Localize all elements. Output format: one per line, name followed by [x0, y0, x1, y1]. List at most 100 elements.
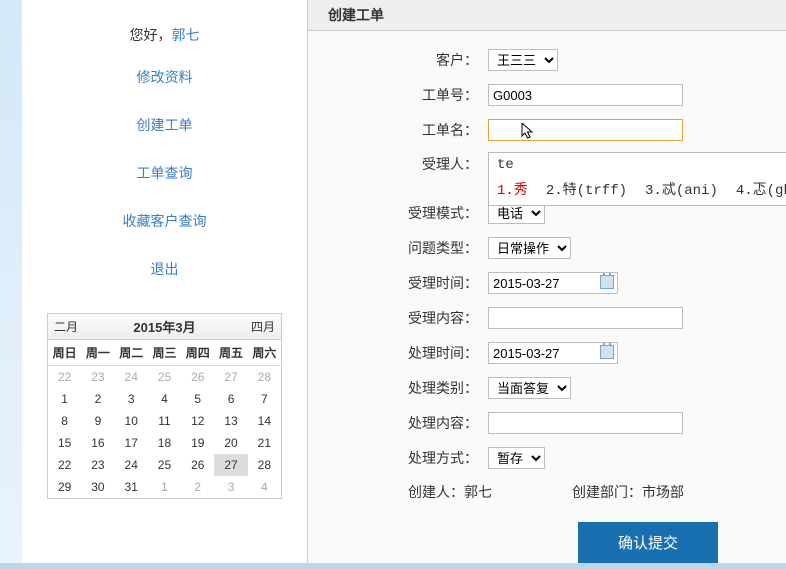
calendar-day-cell[interactable]: 19 — [181, 432, 214, 454]
calendar-dow-cell: 周日 — [48, 340, 81, 366]
label-issue-type: 问题类型： — [398, 238, 478, 258]
calendar-prev-month[interactable]: 二月 — [54, 318, 78, 335]
calendar-day-cell[interactable]: 17 — [115, 432, 148, 454]
calendar-day-cell[interactable]: 1 — [148, 476, 181, 498]
calendar-day-cell[interactable]: 26 — [181, 454, 214, 476]
calendar-dow-cell: 周四 — [181, 340, 214, 366]
bottom-decorative-strip — [0, 563, 786, 569]
calendar-day-cell[interactable]: 7 — [248, 388, 281, 410]
greeting-prefix: 您好， — [130, 27, 172, 43]
calendar-day-cell[interactable]: 18 — [148, 432, 181, 454]
calendar-day-cell[interactable]: 3 — [214, 476, 247, 498]
ime-candidate[interactable]: 1.秀 — [497, 183, 528, 199]
process-method-select[interactable]: 暂存 — [488, 447, 545, 469]
calendar-dow-cell: 周三 — [148, 340, 181, 366]
calendar-grid: 周日周一周二周三周四周五周六 2223242526272812345678910… — [48, 340, 281, 498]
label-process-cat: 处理类别： — [398, 378, 478, 398]
sidebar-menu: 修改资料 创建工单 工单查询 收藏客户查询 退出 — [32, 53, 297, 293]
calendar-day-cell[interactable]: 6 — [214, 388, 247, 410]
calendar-title: 2015年3月 — [133, 317, 195, 336]
left-decorative-strip — [0, 0, 22, 569]
calendar-day-cell[interactable]: 21 — [248, 432, 281, 454]
calendar-day-cell[interactable]: 27 — [214, 454, 247, 476]
calendar-day-cell[interactable]: 4 — [248, 476, 281, 498]
calendar-day-cell[interactable]: 4 — [148, 388, 181, 410]
calendar-day-cell[interactable]: 15 — [48, 432, 81, 454]
calendar-day-cell[interactable]: 8 — [48, 410, 81, 432]
calendar-dow-cell: 周二 — [115, 340, 148, 366]
calendar-day-cell[interactable]: 30 — [81, 476, 114, 498]
calendar-day-cell[interactable]: 11 — [148, 410, 181, 432]
calendar-day-cell[interactable]: 25 — [148, 454, 181, 476]
label-accept-mode: 受理模式： — [398, 203, 478, 223]
calendar-day-cell[interactable]: 3 — [115, 388, 148, 410]
accept-content-input[interactable] — [488, 307, 683, 329]
calendar-day-cell[interactable]: 28 — [248, 366, 281, 389]
ime-suggestions: 1.秀2.特(trff)3.忒(ani)4.忑(ghnu)5. — [491, 177, 786, 201]
calendar-day-cell[interactable]: 27 — [214, 366, 247, 389]
menu-query-favorite[interactable]: 收藏客户查询 — [123, 213, 207, 229]
calendar-day-cell[interactable]: 24 — [115, 454, 148, 476]
sidebar: 您好，郭七 修改资料 创建工单 工单查询 收藏客户查询 退出 二月 2015年3… — [22, 0, 307, 569]
process-content-input[interactable] — [488, 412, 683, 434]
calendar-day-cell[interactable]: 1 — [48, 388, 81, 410]
calendar-icon[interactable] — [600, 345, 614, 359]
label-accept-time: 受理时间： — [398, 273, 478, 293]
calendar-day-cell[interactable]: 25 — [148, 366, 181, 389]
order-no-input[interactable] — [488, 84, 683, 106]
menu-logout[interactable]: 退出 — [151, 261, 179, 277]
calendar-day-cell[interactable]: 16 — [81, 432, 114, 454]
calendar-day-cell[interactable]: 22 — [48, 454, 81, 476]
customer-select[interactable]: 王三三 — [488, 49, 558, 71]
issue-type-select[interactable]: 日常操作 — [488, 237, 571, 259]
calendar-day-cell[interactable]: 2 — [81, 388, 114, 410]
menu-edit-profile[interactable]: 修改资料 — [137, 69, 193, 85]
calendar-day-cell[interactable]: 20 — [214, 432, 247, 454]
calendar-day-cell[interactable]: 5 — [181, 388, 214, 410]
calendar-day-cell[interactable]: 23 — [81, 366, 114, 389]
label-customer: 客户： — [398, 50, 478, 70]
calendar-day-cell[interactable]: 26 — [181, 366, 214, 389]
ime-candidate[interactable]: 4.忑(ghnu) — [736, 183, 786, 199]
calendar-day-cell[interactable]: 31 — [115, 476, 148, 498]
label-create-dept: 创建部门： — [572, 484, 642, 500]
process-time-input[interactable] — [488, 342, 618, 364]
meta-row: 创建人：郭七 创建部门：市场部 — [308, 482, 786, 502]
ime-typed-text: te — [491, 157, 786, 177]
label-order-no: 工单号： — [398, 85, 478, 105]
calendar-dow-cell: 周五 — [214, 340, 247, 366]
menu-query-order[interactable]: 工单查询 — [137, 165, 193, 181]
calendar-day-cell[interactable]: 13 — [214, 410, 247, 432]
calendar-day-cell[interactable]: 29 — [48, 476, 81, 498]
calendar-dow-row: 周日周一周二周三周四周五周六 — [48, 340, 281, 366]
calendar-next-month[interactable]: 四月 — [251, 318, 275, 335]
calendar-day-cell[interactable]: 28 — [248, 454, 281, 476]
order-name-input[interactable] — [488, 119, 683, 141]
calendar-icon[interactable] — [600, 275, 614, 289]
greeting-user: 郭七 — [172, 27, 200, 43]
label-process-content: 处理内容： — [398, 413, 478, 433]
process-cat-select[interactable]: 当面答复 — [488, 377, 571, 399]
calendar-day-cell[interactable]: 12 — [181, 410, 214, 432]
greeting: 您好，郭七 — [32, 25, 297, 45]
ime-candidate[interactable]: 3.忒(ani) — [645, 183, 718, 199]
create-dept-value: 市场部 — [642, 484, 684, 500]
calendar-day-cell[interactable]: 10 — [115, 410, 148, 432]
form: 客户： 王三三 工单号： 工单名： 受理人： te 1.秀2.特(trff)3.… — [308, 31, 786, 563]
calendar-day-cell[interactable]: 9 — [81, 410, 114, 432]
panel-title: 创建工单 — [308, 0, 786, 31]
calendar-day-cell[interactable]: 23 — [81, 454, 114, 476]
calendar-dow-cell: 周六 — [248, 340, 281, 366]
label-process-time: 处理时间： — [398, 343, 478, 363]
submit-button[interactable]: 确认提交 — [578, 522, 718, 563]
ime-autocomplete: te 1.秀2.特(trff)3.忒(ani)4.忑(ghnu)5. — [488, 152, 786, 206]
menu-create-order[interactable]: 创建工单 — [137, 117, 193, 133]
ime-candidate[interactable]: 2.特(trff) — [546, 183, 627, 199]
accept-time-input[interactable] — [488, 272, 618, 294]
label-process-method: 处理方式： — [398, 448, 478, 468]
calendar-day-cell[interactable]: 14 — [248, 410, 281, 432]
label-creator: 创建人： — [408, 484, 464, 500]
calendar-day-cell[interactable]: 24 — [115, 366, 148, 389]
calendar-day-cell[interactable]: 2 — [181, 476, 214, 498]
calendar-day-cell[interactable]: 22 — [48, 366, 81, 389]
